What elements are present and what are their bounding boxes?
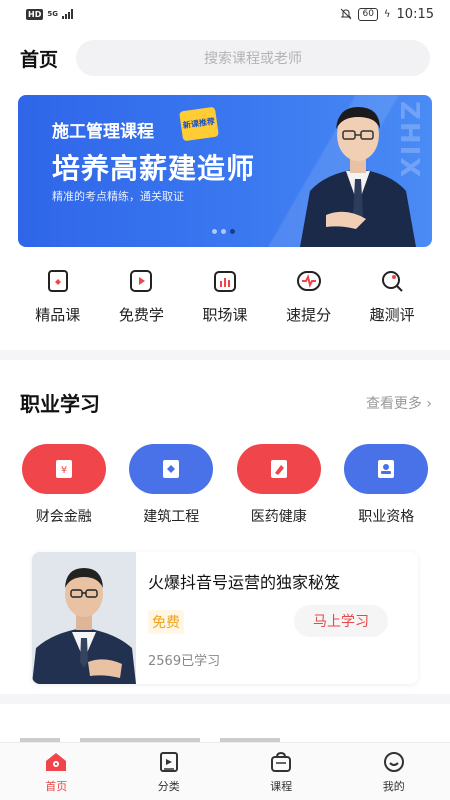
banner-title: 培养高薪建造师	[52, 152, 256, 185]
start-learning-button[interactable]: 马上学习	[294, 605, 388, 637]
category-label: 财会金融	[35, 509, 92, 525]
nav-label: 我的	[382, 780, 405, 793]
status-left: HD 5G	[26, 8, 73, 20]
battery-indicator: 60	[358, 7, 378, 21]
category-icon	[156, 749, 182, 775]
nav-home[interactable]: 首页	[11, 743, 101, 800]
view-more-link[interactable]: 查看更多 ›	[366, 393, 432, 413]
section-divider	[0, 350, 450, 360]
banner-description: 精准的考点精练，通关取证	[52, 190, 184, 203]
quick-item-label: 趣测评	[369, 306, 415, 324]
category-medicine[interactable]: 医药健康	[231, 444, 327, 526]
course-bag-icon	[268, 749, 294, 775]
hd-badge: HD	[26, 8, 44, 20]
quick-item-career[interactable]: 职场课	[190, 268, 260, 325]
quick-item-quiz[interactable]: 趣测评	[357, 268, 427, 325]
quiz-icon	[379, 268, 405, 294]
new-course-badge: 新课推荐	[179, 106, 219, 142]
free-learn-icon	[128, 268, 154, 294]
status-right: 60 ϟ 10:15	[340, 7, 434, 22]
clock: 10:15	[396, 6, 434, 22]
category-construction[interactable]: 建筑工程	[123, 444, 219, 526]
nav-label: 首页	[45, 780, 68, 793]
category-label: 职业资格	[358, 509, 415, 525]
banner-pagination[interactable]	[212, 229, 235, 234]
status-bar: HD 5G 60 ϟ 10:15	[0, 0, 450, 28]
banner-subtitle: 施工管理课程	[52, 122, 154, 142]
category-qualification[interactable]: 职业资格	[338, 444, 434, 526]
score-boost-icon	[296, 268, 322, 294]
quick-item-label: 职场课	[202, 306, 248, 324]
price-badge: 免费	[148, 610, 184, 634]
category-pill[interactable]	[236, 444, 321, 494]
network-label: 5G	[47, 9, 58, 18]
page-title: 首页	[20, 48, 59, 71]
section-title: 职业学习	[20, 392, 100, 416]
category-pill[interactable]	[129, 444, 214, 494]
pagination-dot[interactable]	[221, 229, 226, 234]
search-placeholder: 搜索课程或老师	[204, 51, 302, 67]
quick-item-score[interactable]: 速提分	[274, 268, 344, 325]
nav-label: 课程	[270, 780, 293, 793]
chevron-right-icon: ›	[426, 396, 432, 412]
instructor-photo	[300, 107, 416, 247]
view-more-label: 查看更多	[365, 396, 422, 412]
course-title: 火爆抖音号运营的独家秘笈	[148, 573, 341, 592]
learner-count: 2569已学习	[148, 654, 221, 669]
course-card[interactable]: 火爆抖音号运营的独家秘笈 免费 马上学习 2569已学习	[32, 552, 418, 684]
category-pill[interactable]: ¥	[21, 444, 106, 494]
pagination-dot-active[interactable]	[230, 229, 235, 234]
qualification-icon	[378, 460, 395, 478]
svg-text:¥: ¥	[61, 465, 67, 476]
medicine-icon	[270, 460, 287, 478]
premium-course-icon	[45, 268, 71, 294]
signal-icon	[61, 9, 73, 19]
category-label: 医药健康	[250, 509, 307, 525]
construction-icon	[163, 460, 180, 478]
category-row: ¥ 财会金融 建筑工程 医药健康 职业资格	[0, 444, 450, 526]
section-divider	[0, 694, 450, 704]
nav-profile[interactable]: 我的	[349, 743, 439, 800]
quick-item-label: 精品课	[35, 306, 81, 324]
quick-menu: 精品课 免费学 职场课 速提分 趣测评	[0, 268, 450, 325]
bottom-nav: 首页 分类 课程 我的	[0, 742, 450, 800]
mute-icon	[341, 8, 352, 20]
nav-category[interactable]: 分类	[124, 743, 214, 800]
charging-icon: ϟ	[383, 8, 391, 20]
home-icon	[43, 749, 69, 775]
nav-label: 分类	[157, 780, 180, 793]
category-pill[interactable]	[344, 444, 429, 494]
category-label: 建筑工程	[143, 509, 200, 525]
next-section-peek	[20, 734, 430, 742]
quick-item-premium[interactable]: 精品课	[23, 268, 93, 325]
profile-icon	[381, 749, 407, 775]
quick-item-label: 免费学	[118, 306, 164, 324]
finance-icon: ¥	[55, 460, 72, 478]
promo-banner[interactable]: ZHIX 施工管理课程 新课推荐 培养高薪建造师 精准的考点精练，通关取证	[18, 95, 432, 247]
course-thumbnail	[32, 552, 136, 684]
category-finance[interactable]: ¥ 财会金融	[16, 444, 112, 526]
career-course-icon	[212, 268, 238, 294]
quick-item-label: 速提分	[286, 306, 332, 324]
pagination-dot[interactable]	[212, 229, 217, 234]
nav-course[interactable]: 课程	[236, 743, 326, 800]
quick-item-free[interactable]: 免费学	[106, 268, 176, 325]
search-input[interactable]: 搜索课程或老师	[76, 40, 430, 76]
header: 首页 搜索课程或老师	[0, 38, 450, 78]
